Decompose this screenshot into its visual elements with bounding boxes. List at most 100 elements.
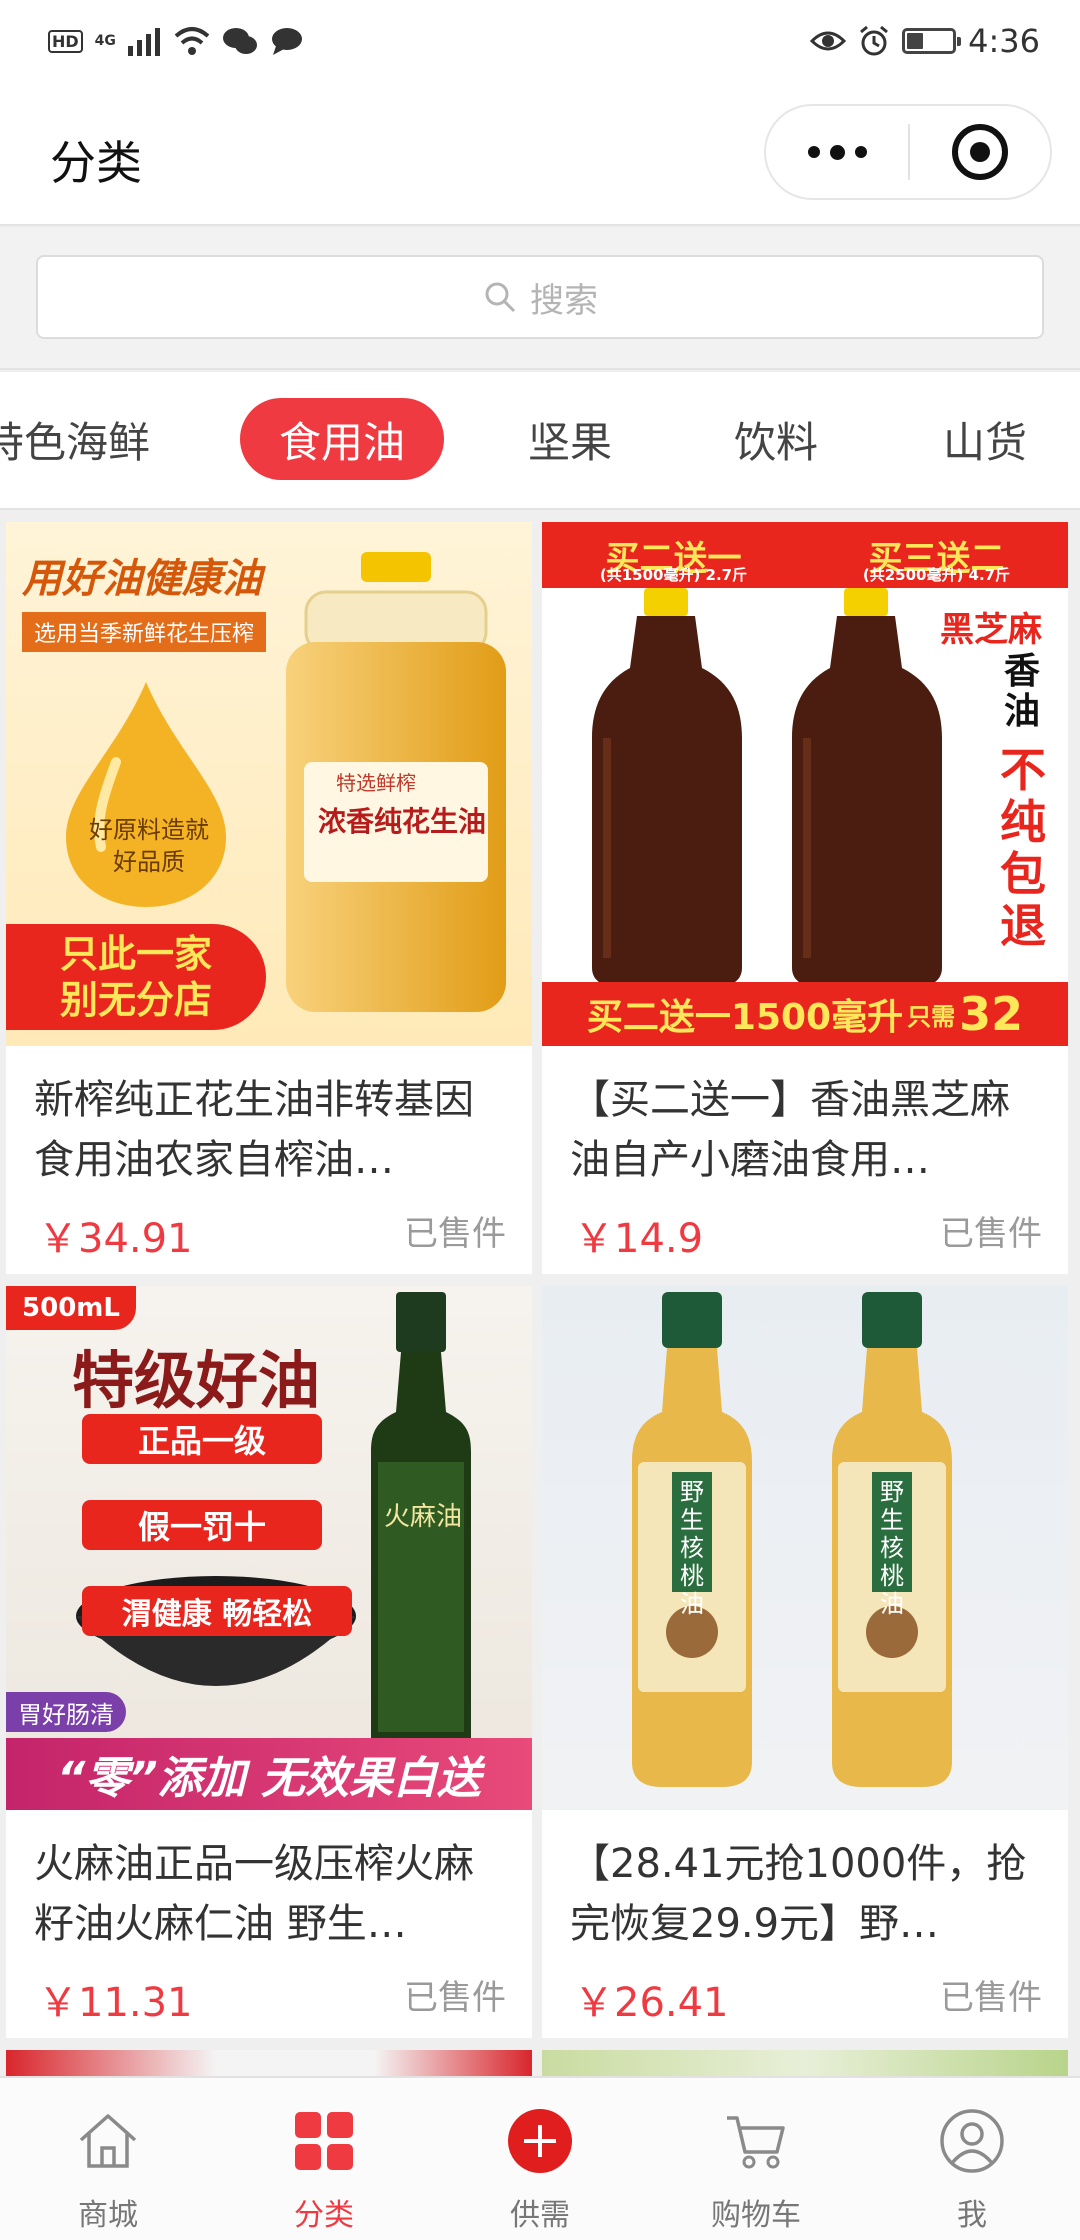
side-text-group: 香 油 — [1004, 652, 1040, 732]
mini-program-capsule — [764, 104, 1052, 200]
nav-label: 供需 — [510, 2198, 570, 2233]
product-card[interactable]: 500mL 特级好油 正品一级 假一罚十 渭健康 畅轻松 火麻油 胃好肠清 “零… — [6, 1286, 532, 2038]
nav-item-supply-demand[interactable]: 供需 — [432, 2078, 648, 2240]
image-bottom-banner: “零”添加 无效果白送 — [6, 1738, 532, 1810]
nav-label: 商城 — [78, 2198, 138, 2233]
sesame-oil-bottles-graphic — [592, 588, 942, 988]
image-tag: 渭健康 畅轻松 — [82, 1586, 352, 1636]
image-tag: 正品一级 — [82, 1414, 322, 1464]
search-icon — [485, 282, 516, 313]
banner-line: 别无分店 — [59, 978, 212, 1022]
product-price: ￥26.41 — [574, 1980, 729, 2026]
more-button[interactable] — [766, 106, 908, 198]
image-headline: 用好油健康油 — [22, 556, 262, 602]
category-grid-icon — [295, 2112, 353, 2170]
product-card[interactable]: 买二送一 买三送二 (共1500毫升) 2.7斤 (共2500毫升) 4.7斤 — [542, 522, 1068, 1274]
product-title[interactable]: 【买二送一】香油黑芝麻油自产小磨油食用… — [570, 1070, 1044, 1190]
drop-text: 好原料造就 好品质 — [84, 814, 214, 878]
status-left: HD 4G — [48, 26, 304, 56]
product-image[interactable]: 500mL 特级好油 正品一级 假一罚十 渭健康 畅轻松 火麻油 胃好肠清 “零… — [6, 1286, 532, 1810]
page-title: 分类 — [50, 136, 142, 190]
cart-icon — [727, 2116, 785, 2169]
product-title[interactable]: 新榨纯正花生油非转基因食用油农家自榨油… — [34, 1070, 508, 1190]
more-dot-icon — [854, 146, 867, 158]
banner-price: 32 — [959, 987, 1024, 1041]
image-corner-badge: 500mL — [6, 1286, 136, 1330]
image-subline: 选用当季新鲜花生压榨 — [22, 612, 267, 652]
promo-left-sub: (共1500毫升) 2.7斤 — [599, 566, 748, 584]
target-icon — [952, 124, 1008, 180]
profile-icon — [940, 2109, 1004, 2173]
tab-category[interactable]: 饮料 — [734, 398, 818, 480]
page-header: 分类 — [0, 82, 1080, 226]
category-tabs: 特色海鲜 食用油 坚果 饮料 山货 — [0, 372, 1080, 510]
status-right: 4:36 — [810, 22, 1040, 60]
eye-icon — [810, 31, 847, 51]
tab-category[interactable]: 坚果 — [528, 398, 612, 480]
wechat-icon — [222, 28, 257, 54]
battery-level — [907, 33, 923, 49]
product-image[interactable]: 用好油健康油 选用当季新鲜花生压榨 好原料造就 好品质 特选鲜榨 浓香纯花生油 — [6, 522, 532, 1046]
tab-category[interactable]: 特色海鲜 — [0, 398, 150, 480]
banner-line: 只此一家 — [59, 932, 212, 976]
product-image[interactable]: 买二送一 买三送二 (共1500毫升) 2.7斤 (共2500毫升) 4.7斤 — [542, 522, 1068, 1046]
bottom-nav: 商城 分类 供需 购物车 我 — [0, 2076, 1080, 2240]
home-icon — [79, 2114, 137, 2168]
side-text-1: 黑芝麻 — [940, 610, 1042, 650]
product-price: ￥34.91 — [38, 1216, 193, 1262]
side-text: 纯 — [1000, 795, 1046, 849]
nav-label: 我 — [957, 2198, 987, 2233]
sold-count: 已售件 — [940, 1978, 1042, 2018]
status-bar: HD 4G 4:36 — [0, 0, 1080, 82]
alarm-icon — [860, 25, 889, 56]
battery-icon — [902, 28, 962, 54]
tab-category-active[interactable]: 食用油 — [240, 398, 444, 480]
clock: 4:36 — [968, 22, 1040, 60]
nav-item-category[interactable]: 分类 — [216, 2078, 432, 2240]
plus-circle-icon — [508, 2109, 572, 2173]
side-text: 油 — [1004, 691, 1041, 732]
drop-text-line: 好品质 — [113, 848, 185, 876]
signal-icon — [127, 28, 160, 56]
hd-badge: HD — [48, 29, 83, 53]
nav-item-cart[interactable]: 购物车 — [648, 2078, 864, 2240]
image-bottom-banner: 只此一家 别无分店 — [6, 924, 266, 1030]
image-bottom-banner: 买二送一1500毫升 只需 32 — [542, 982, 1068, 1046]
bottle-label: 野生核桃油 — [880, 1478, 904, 1618]
side-text-group: 不 纯 包 退 — [1000, 744, 1046, 952]
nav-label: 分类 — [294, 2198, 354, 2233]
product-title[interactable]: 火麻油正品一级压榨火麻籽油火麻仁油 野生… — [34, 1834, 508, 1954]
bottle-label-name: 浓香纯花生油 — [318, 805, 487, 838]
image-tag: 假一罚十 — [82, 1500, 322, 1550]
nav-item-profile[interactable]: 我 — [864, 2078, 1080, 2240]
network-type: 4G — [94, 33, 116, 49]
side-text: 退 — [1000, 899, 1046, 953]
search-bar: 搜索 — [0, 228, 1080, 370]
tab-category[interactable]: 山货 — [943, 398, 1027, 480]
product-price: ￥11.31 — [38, 1980, 193, 2026]
product-title[interactable]: 【28.41元抢1000件，抢完恢复29.9元】野… — [570, 1834, 1044, 1954]
nav-item-home[interactable]: 商城 — [0, 2078, 216, 2240]
more-dot-icon — [807, 146, 820, 158]
promo-right-sub: (共2500毫升) 4.7斤 — [862, 566, 1011, 584]
search-input[interactable]: 搜索 — [36, 255, 1044, 339]
product-card[interactable]: 用好油健康油 选用当季新鲜花生压榨 好原料造就 好品质 特选鲜榨 浓香纯花生油 — [6, 522, 532, 1274]
banner-small: 只需 — [907, 1002, 956, 1031]
close-button[interactable] — [910, 106, 1050, 198]
bottle-label: 野生核桃油 — [680, 1478, 704, 1618]
sold-count: 已售件 — [404, 1214, 506, 1254]
product-image[interactable]: 野生核桃油 野生核桃油 — [542, 1286, 1068, 1810]
nav-label: 购物车 — [711, 2198, 801, 2233]
product-price: ￥14.9 — [574, 1216, 704, 1262]
side-text: 包 — [1000, 847, 1046, 901]
sold-count: 已售件 — [940, 1214, 1042, 1254]
product-card[interactable]: 野生核桃油 野生核桃油 【28.41元抢1000件，抢完恢复29.9元】野… ￥… — [542, 1286, 1068, 2038]
image-tag: 胃好肠清 — [6, 1692, 126, 1732]
sold-count: 已售件 — [404, 1978, 506, 2018]
side-text: 香 — [1004, 651, 1041, 692]
promo-sub-row: (共1500毫升) 2.7斤 (共2500毫升) 4.7斤 — [542, 564, 1068, 585]
message-icon — [271, 28, 302, 55]
bottle-label: 火麻油 — [384, 1502, 463, 1532]
drop-text-line: 好原料造就 — [89, 816, 209, 844]
side-text: 不 — [1000, 743, 1046, 797]
